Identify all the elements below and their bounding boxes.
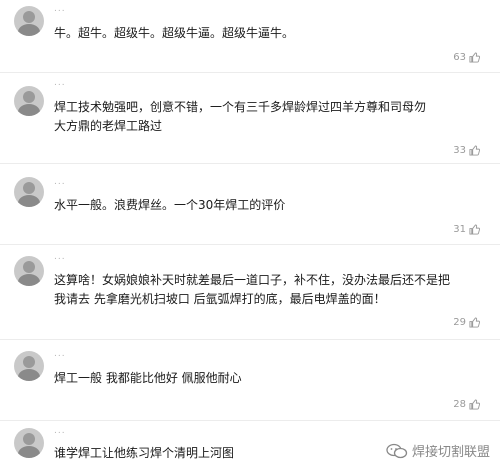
comment-item: ... 水平一般。浪费焊丝。一个30年焊工的评价 31	[0, 165, 500, 243]
comment-text: 谁学焊工让他练习焊个清明上河图	[54, 446, 235, 460]
thumb-up-icon	[469, 145, 480, 156]
comment-text: 牛。超牛。超级牛。超级牛逼。超级牛逼牛。	[54, 26, 295, 40]
divider	[0, 420, 500, 421]
like-button[interactable]: 29	[453, 317, 480, 328]
comment-username[interactable]: ...	[54, 78, 66, 88]
avatar[interactable]	[14, 351, 44, 381]
like-count: 28	[453, 399, 466, 410]
avatar[interactable]	[14, 86, 44, 116]
like-button[interactable]: 28	[453, 399, 480, 410]
divider	[0, 163, 500, 164]
divider	[0, 72, 500, 73]
comment-username[interactable]: ...	[54, 4, 66, 14]
like-count: 31	[453, 224, 466, 235]
watermark-text: 焊接切割联盟	[411, 445, 490, 460]
comment-item: ... 这算啥！女娲娘娘补天时就差最后一道口子，补不住，没办法最后还不是把我请去…	[0, 246, 500, 338]
avatar[interactable]	[14, 177, 44, 207]
comment-username[interactable]: ...	[54, 177, 66, 187]
like-button[interactable]: 33	[453, 145, 480, 156]
like-count: 29	[453, 317, 466, 328]
thumb-up-icon	[469, 317, 480, 328]
comment-text: 水平一般。浪费焊丝。一个30年焊工的评价	[54, 198, 286, 212]
avatar[interactable]	[14, 428, 44, 458]
thumb-up-icon	[469, 52, 480, 63]
like-count: 63	[453, 52, 466, 63]
comment-username[interactable]: ...	[54, 426, 66, 436]
comment-text: 焊工技术勉强吧，创意不错，一个有三千多焊龄焊过四羊方尊和司母勿大方鼎的老焊工路过	[54, 100, 427, 133]
comment-item: ... 焊工技术勉强吧，创意不错，一个有三千多焊龄焊过四羊方尊和司母勿大方鼎的老…	[0, 74, 500, 162]
like-button[interactable]: 31	[453, 224, 480, 235]
avatar[interactable]	[14, 256, 44, 286]
divider	[0, 339, 500, 340]
comment-username[interactable]: ...	[54, 349, 66, 359]
wechat-icon	[386, 443, 408, 458]
comment-text: 这算啥！女娲娘娘补天时就差最后一道口子，补不住，没办法最后还不是把我请去 先拿磨…	[54, 273, 451, 306]
thumb-up-icon	[469, 224, 480, 235]
avatar[interactable]	[14, 6, 44, 36]
comment-text: 焊工一般 我都能比他好 佩服他耐心	[54, 371, 242, 385]
thumb-up-icon	[469, 399, 480, 410]
comment-item: ... 牛。超牛。超级牛。超级牛逼。超级牛逼牛。 63	[0, 0, 500, 70]
watermark: 焊接切割联盟	[381, 439, 494, 462]
comment-username[interactable]: ...	[54, 252, 66, 262]
like-count: 33	[453, 145, 466, 156]
divider	[0, 244, 500, 245]
like-button[interactable]: 63	[453, 52, 480, 63]
comment-item: ... 焊工一般 我都能比他好 佩服他耐心 28	[0, 341, 500, 419]
